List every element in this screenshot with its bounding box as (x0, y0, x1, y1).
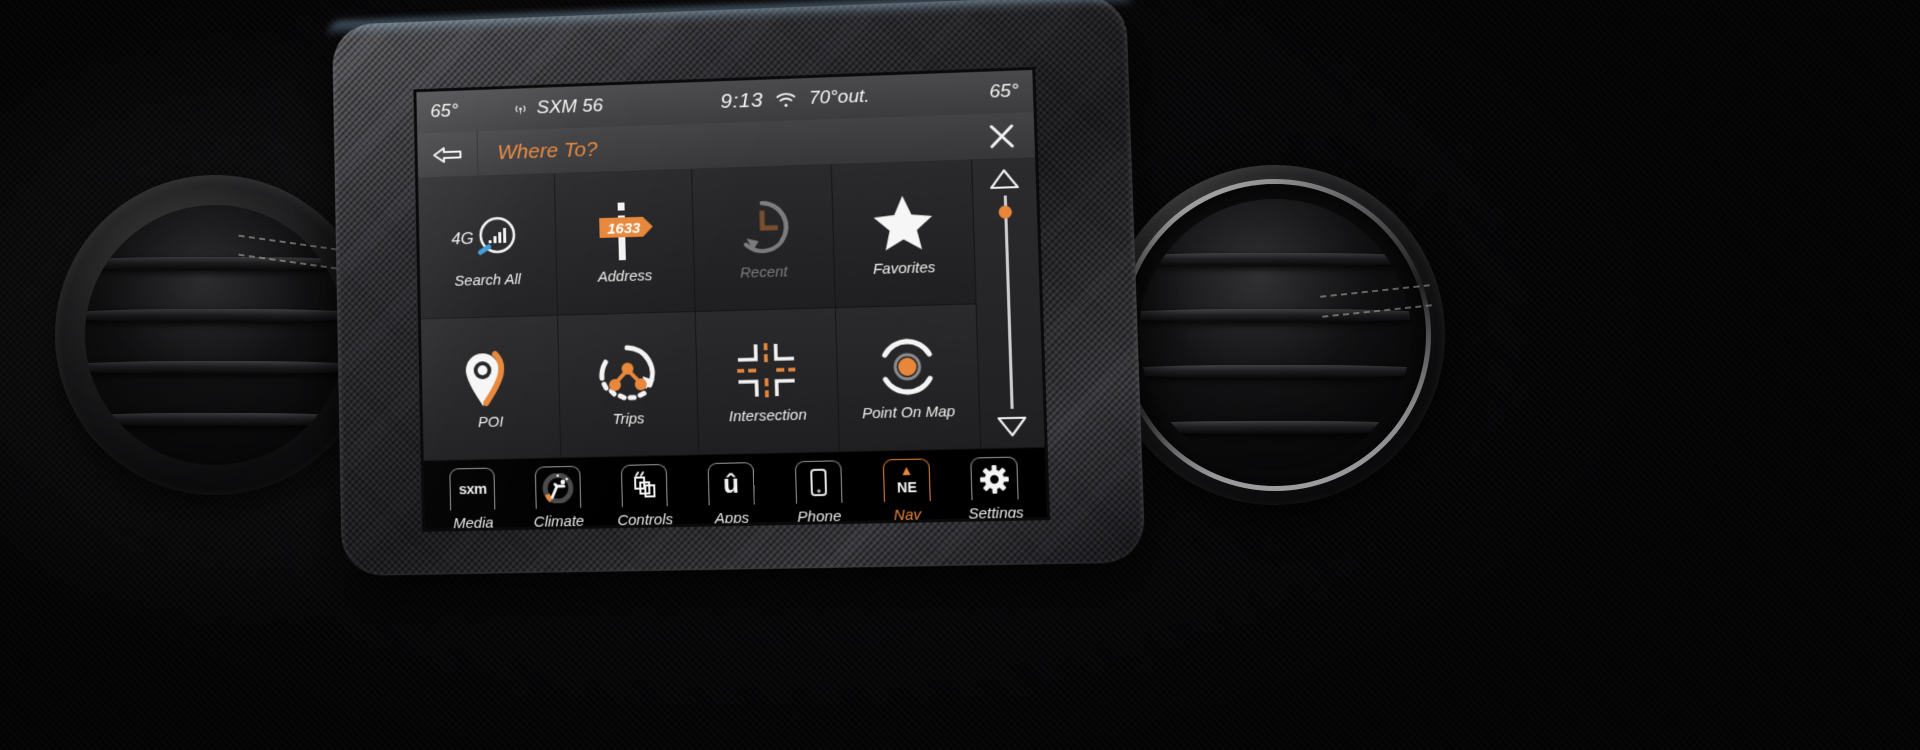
radio-label: SXM 56 (536, 95, 603, 119)
content-area: 4G Search All 1633 Address Recent Favori… (418, 158, 1045, 461)
nav-item-climate[interactable]: Climate (520, 465, 597, 528)
clock: 9:13 (720, 89, 763, 114)
tile-label: POI (478, 413, 504, 430)
nav-label: Phone (797, 508, 841, 526)
nav-label: Controls (617, 511, 673, 529)
tile-favorites[interactable]: Favorites (831, 160, 976, 308)
compass-ne-icon: NE (882, 458, 930, 502)
tile-label: Favorites (873, 259, 936, 278)
nav-label: Media (453, 515, 493, 529)
scroll-track[interactable] (1003, 196, 1013, 409)
bottom-nav-bar: sxm Media Climate Controls û Apps Phone … (424, 448, 1047, 529)
sxm-logo-icon: sxm (450, 468, 496, 511)
screen-bezel: 65° SXM 56 9:13 70°out. 65° Where To? 4G… (332, 0, 1146, 576)
nav-item-controls[interactable]: Controls (606, 464, 683, 529)
compass-glyph: NE (896, 478, 916, 495)
clock-history-icon (733, 195, 793, 259)
scroll-thumb[interactable] (998, 205, 1012, 218)
sign-number: 1633 (607, 220, 641, 237)
star-icon (871, 190, 936, 254)
nav-item-phone[interactable]: Phone (780, 460, 859, 526)
tile-label: Intersection (729, 406, 807, 425)
triangle-down-icon[interactable] (996, 415, 1027, 438)
destination-grid: 4G Search All 1633 Address Recent Favori… (418, 160, 981, 461)
clock-area: 9:13 70°out. (720, 85, 870, 114)
close-x-icon (988, 122, 1015, 149)
driver-temp: 65° (430, 99, 503, 123)
passenger-temp: 65° (989, 80, 1019, 103)
tile-trips[interactable]: Trips (558, 312, 700, 458)
apps-u-icon: û (708, 462, 755, 505)
broadcast-icon (512, 100, 529, 117)
nav-label: Nav (894, 506, 922, 524)
signal-4g-icon: 4G (449, 203, 525, 266)
intersection-icon (734, 338, 800, 402)
nav-label: Apps (715, 510, 750, 528)
tile-label: Search All (454, 271, 521, 290)
tile-label: Trips (612, 410, 644, 428)
climate-seat-icon (535, 466, 581, 509)
tile-recent[interactable]: Recent (692, 165, 835, 312)
tile-poi[interactable]: POI (421, 316, 561, 461)
controls-icon (621, 464, 668, 507)
tile-label: Point On Map (862, 403, 956, 422)
sxm-glyph: sxm (459, 481, 487, 499)
nav-item-media[interactable]: sxm Media (435, 467, 511, 529)
phone-icon (795, 460, 843, 503)
tile-search-all[interactable]: 4G Search All (418, 174, 557, 319)
tile-label: Recent (740, 263, 788, 281)
nav-label: Climate (534, 513, 585, 529)
back-button[interactable] (417, 131, 478, 177)
page-title: Where To? (478, 125, 970, 165)
radio-status: SXM 56 (512, 95, 603, 120)
point-on-map-icon (876, 334, 939, 398)
nav-item-nav[interactable]: NE Nav (867, 458, 946, 524)
nav-label: Settings (968, 504, 1024, 522)
map-pin-icon (461, 345, 519, 408)
scrollbar[interactable] (972, 158, 1045, 449)
outside-temp: 70°out. (809, 86, 870, 110)
svg-text:4G: 4G (451, 228, 474, 248)
dashboard-background: 65° SXM 56 9:13 70°out. 65° Where To? 4G… (0, 0, 1920, 750)
nav-item-settings[interactable]: Settings (955, 456, 1035, 523)
tile-address[interactable]: 1633 Address (554, 170, 695, 316)
triangle-up-icon[interactable] (989, 167, 1020, 190)
nav-item-apps[interactable]: û Apps (693, 462, 771, 528)
gear-icon (971, 457, 1019, 501)
back-arrow-icon (430, 142, 466, 167)
trips-route-icon (596, 341, 659, 404)
tile-label: Address (598, 267, 653, 285)
infotainment-screen[interactable]: 65° SXM 56 9:13 70°out. 65° Where To? 4G… (416, 70, 1047, 529)
wifi-icon (775, 91, 797, 109)
tile-intersection[interactable]: Intersection (696, 308, 840, 455)
close-button[interactable] (969, 112, 1036, 159)
apps-glyph: û (723, 468, 740, 500)
street-sign-icon: 1633 (587, 199, 662, 263)
tile-point-on-map[interactable]: Point On Map (835, 304, 981, 452)
